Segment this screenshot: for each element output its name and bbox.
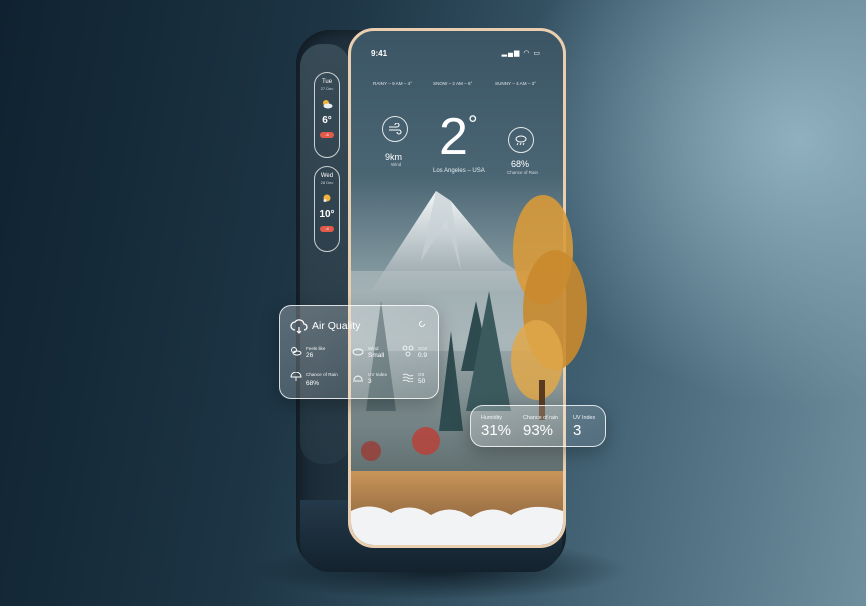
cloud-icon (352, 348, 364, 356)
uv-index-value: 3 (368, 378, 372, 385)
chance-of-rain-value: 93% (523, 422, 554, 439)
feels-like-value: 26 (306, 352, 314, 359)
day-date: 28 Dec (320, 180, 334, 185)
forecast-rainy[interactable]: RAINY – 9 AM – 4° (373, 81, 412, 86)
so2-value: 0.9 (418, 352, 428, 359)
sun-cloud-icon (291, 347, 302, 356)
wind-value: 9km (385, 152, 403, 162)
day-name: Wed (320, 173, 334, 179)
day-pill-wed[interactable]: Wed 28 Dec 10° -4 (314, 166, 340, 252)
wind-label: Wind (391, 162, 402, 167)
sunrise-icon (353, 375, 363, 382)
chance-of-rain-label: Chance of rain (523, 415, 559, 421)
waves-icon (402, 373, 414, 382)
air-quality-card[interactable]: Air Quality Feels like 26 Wind Small SO2… (279, 305, 439, 399)
feels-like-label: Feels like (306, 346, 326, 351)
day-badge: -4 (320, 226, 334, 232)
day-temp: 10° (319, 209, 335, 220)
wind-label: Wind (368, 346, 379, 351)
air-quality-icon (290, 319, 308, 334)
uv-index-value: 3 (573, 422, 582, 439)
forecast-snow[interactable]: SNOW – 2 AM – 6° (433, 81, 472, 86)
molecule-icon (402, 345, 414, 357)
wind-value: Small (368, 352, 385, 359)
weather-summary-card[interactable]: Humidity 31% Chance of rain 93% UV Index… (470, 405, 606, 447)
rain-label: Chance of Rain (507, 170, 539, 175)
location-label[interactable]: Los Angeles – USA (433, 168, 485, 174)
status-time: 9:41 (371, 49, 388, 58)
forecast-sunny[interactable]: SUNNY – 4 AM – 3° (495, 81, 536, 86)
chance-of-rain-value: 68% (306, 380, 320, 387)
so2-label: SO2 (418, 346, 428, 351)
sun-icon (323, 194, 331, 202)
uv-index-label: UV Index (368, 372, 387, 377)
umbrella-icon (290, 372, 302, 381)
chance-of-rain-label: Chance of Rain (306, 372, 338, 377)
day-date: 27 Dec (320, 86, 334, 91)
air-quality-title: Air Quality (312, 320, 361, 332)
current-temperature: 2 (439, 108, 468, 166)
o3-value: 50 (418, 378, 426, 385)
cloud-rain-icon (508, 127, 534, 153)
uv-index-label: UV Index (573, 415, 596, 421)
day-pill-tue[interactable]: Tue 27 Dec 6° -4 (314, 72, 340, 158)
humidity-label: Humidity (481, 415, 502, 421)
day-name: Tue (321, 79, 333, 85)
day-badge: -4 (320, 132, 334, 138)
golden-tree (511, 195, 587, 420)
sun-cloud-icon (323, 100, 333, 109)
o3-label: O3 (418, 372, 425, 377)
day-temp: 6° (322, 115, 332, 126)
refresh-icon[interactable] (418, 320, 426, 328)
degree-symbol: ° (468, 111, 478, 138)
humidity-value: 31% (481, 422, 512, 439)
rain-value: 68% (511, 159, 530, 169)
status-icons: ▂▄▆ ◠ ▭ (501, 50, 541, 57)
wind-icon (382, 116, 408, 142)
